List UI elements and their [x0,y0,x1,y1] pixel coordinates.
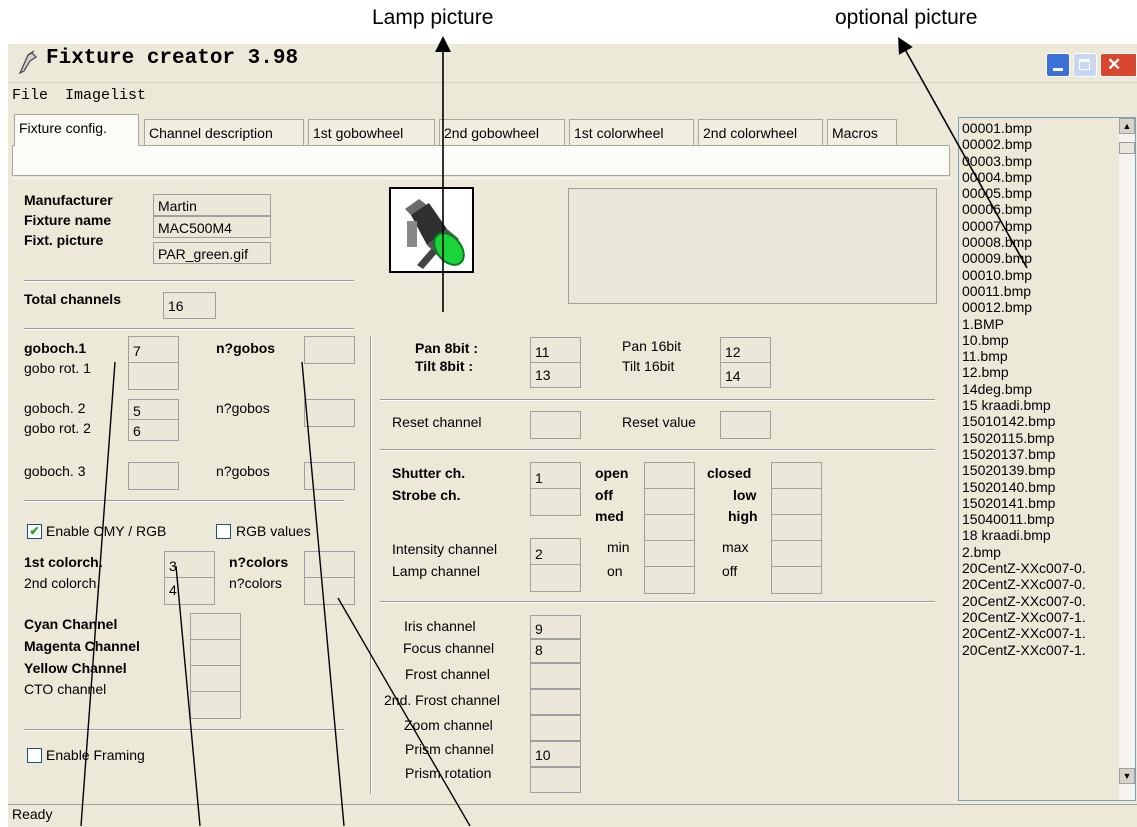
annotation-arrows [80,36,1028,826]
tab-fixture-config[interactable]: Fixture config. [14,114,139,146]
goboch-pointer-line [80,361,116,826]
optional-picture-arrow [898,37,1028,269]
colorch-pointer-line [175,565,201,826]
ngobos-pointer-line [301,361,345,826]
ncolors-pointer-line [337,597,471,826]
